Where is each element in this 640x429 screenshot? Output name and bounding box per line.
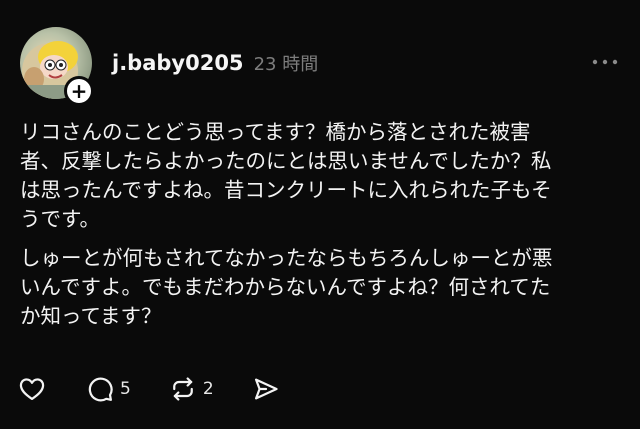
post-line: リコさんのことどう思ってます？橋から落とされた被害 [20, 120, 531, 144]
more-options-button[interactable] [590, 52, 620, 72]
post-line: は思ったんですよね。昔コンクリートに入れられた子もそ [20, 178, 552, 202]
send-icon [254, 378, 278, 400]
reply-count: 5 [120, 379, 131, 399]
post-line: いんですよ。でもまだわからないんですよね？何されてた [20, 275, 551, 299]
follow-button[interactable]: + [64, 76, 94, 106]
reply-button[interactable]: 5 [86, 375, 131, 403]
action-bar: 5 2 [18, 374, 280, 404]
repost-count: 2 [202, 379, 214, 399]
post-line: 者、反撃したらよかったのにとは思いませんでしたか？私 [20, 149, 552, 173]
thread-post: + j.baby0205 23 時間 リコさんのことどう思ってます？橋から落とさ… [0, 0, 640, 429]
post-header: j.baby0205 23 時間 [112, 50, 318, 76]
more-horizontal-icon [592, 59, 618, 65]
like-button[interactable] [18, 375, 46, 403]
post-line: うです。 [20, 207, 100, 231]
post-paragraph-1: リコさんのことどう思ってます？橋から落とされた被害 者、反撃したらよかったのにと… [20, 118, 625, 234]
comment-icon [88, 377, 113, 402]
post-line: しゅーとが何もされてなかったならもちろんしゅーとが悪 [20, 246, 553, 270]
post-line: か知ってます？ [20, 304, 162, 328]
timestamp: 23 時間 [253, 54, 319, 75]
share-button[interactable] [252, 375, 280, 403]
heart-icon [19, 378, 45, 401]
username[interactable]: j.baby0205 [112, 51, 244, 75]
repost-button[interactable]: 2 [169, 375, 214, 403]
post-body: リコさんのことどう思ってます？橋から落とされた被害 者、反撃したらよかったのにと… [20, 118, 625, 331]
post-paragraph-2: しゅーとが何もされてなかったならもちろんしゅーとが悪 いんですよ。でもまだわから… [20, 244, 625, 331]
plus-icon: + [70, 79, 88, 103]
repost-icon [172, 377, 193, 401]
